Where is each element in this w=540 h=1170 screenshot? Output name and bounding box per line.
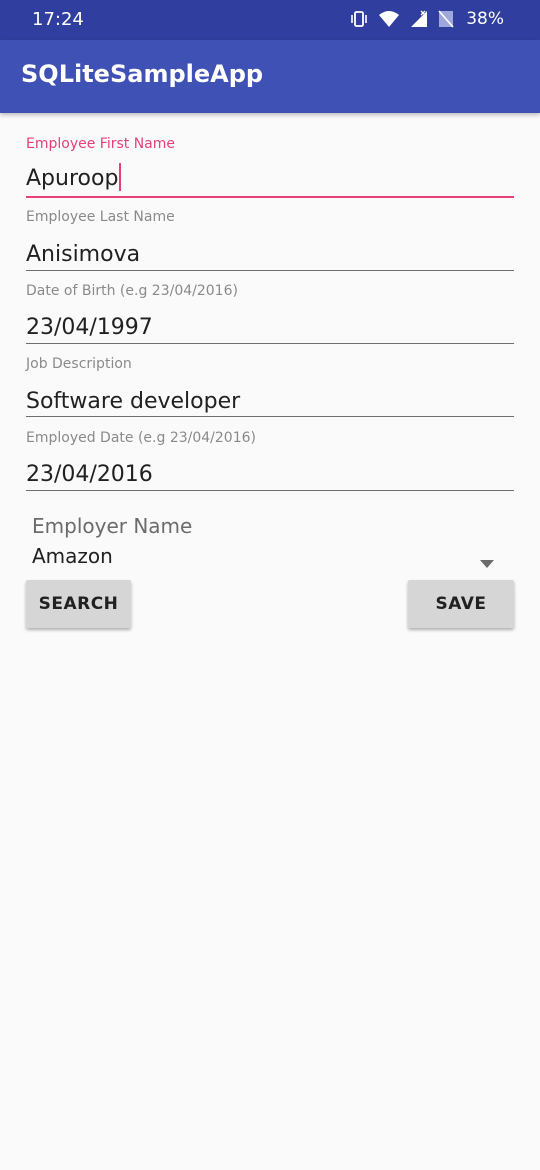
dropdown-arrow-icon[interactable]: [480, 553, 494, 572]
first-name-label: Employee First Name: [26, 136, 176, 152]
save-button[interactable]: SAVE: [408, 580, 514, 628]
job-label: Job Description: [26, 356, 132, 372]
search-button[interactable]: SEARCH: [26, 580, 131, 628]
employed-date-underline: [26, 490, 514, 491]
employer-spinner[interactable]: Amazon: [26, 542, 506, 574]
employer-label: Employer Name: [32, 514, 193, 538]
job-input[interactable]: Software developer: [26, 385, 514, 419]
app-bar: SQLiteSampleApp: [0, 40, 540, 113]
text-cursor: [119, 163, 122, 191]
last-name-underline: [26, 270, 514, 271]
dob-field[interactable]: Date of Birth (e.g 23/04/2016) 23/04/199…: [26, 281, 514, 345]
first-name-input[interactable]: Apuroop: [26, 162, 514, 196]
cellular-signal-icon: [410, 10, 428, 28]
status-bar: 17:24 38%: [0, 0, 540, 40]
battery-percent: 38%: [466, 9, 504, 29]
no-sim-signal-icon: [438, 10, 454, 28]
status-time: 17:24: [32, 9, 84, 30]
vibrate-icon: [350, 10, 368, 28]
wifi-icon: [378, 10, 400, 28]
first-name-underline: [26, 196, 514, 198]
save-button-label: SAVE: [435, 594, 487, 614]
last-name-label: Employee Last Name: [26, 209, 175, 225]
search-button-label: SEARCH: [38, 594, 119, 614]
first-name-value: Apuroop: [26, 166, 119, 191]
job-field[interactable]: Job Description Software developer: [26, 354, 514, 419]
last-name-input[interactable]: Anisimova: [26, 238, 514, 272]
last-name-field[interactable]: Employee Last Name Anisimova: [26, 207, 514, 272]
first-name-field[interactable]: Employee First Name Apuroop: [26, 134, 514, 198]
dob-underline: [26, 343, 514, 344]
status-icons: 38%: [350, 9, 504, 29]
app-title: SQLiteSampleApp: [21, 60, 264, 88]
dob-input[interactable]: 23/04/1997: [26, 311, 514, 345]
employed-date-input[interactable]: 23/04/2016: [26, 458, 514, 492]
employed-date-label: Employed Date (e.g 23/04/2016): [26, 430, 256, 446]
employed-date-field[interactable]: Employed Date (e.g 23/04/2016) 23/04/201…: [26, 428, 514, 492]
dob-label: Date of Birth (e.g 23/04/2016): [26, 283, 238, 299]
job-underline: [26, 416, 514, 417]
employer-selected-value: Amazon: [32, 544, 113, 568]
